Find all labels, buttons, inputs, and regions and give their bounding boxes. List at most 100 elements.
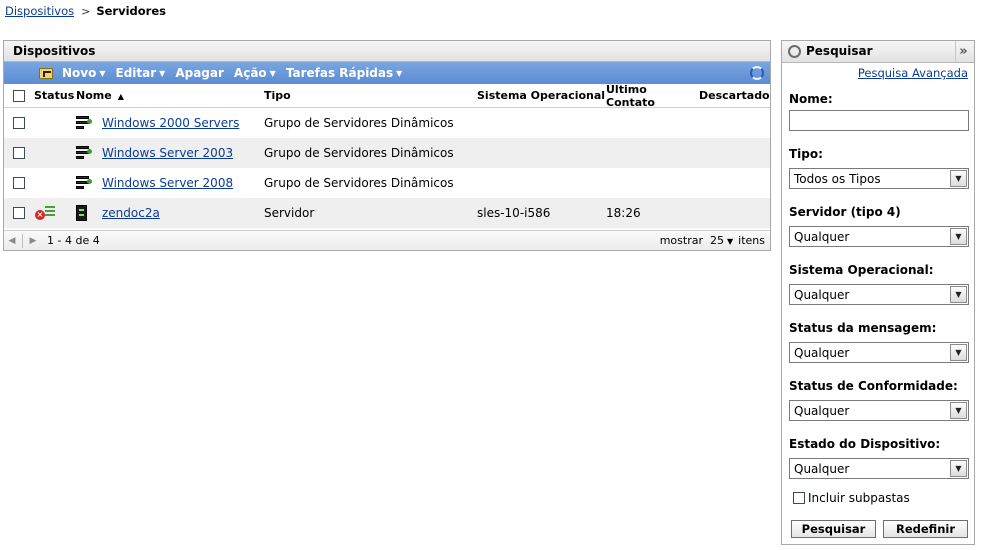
type-cell: Servidor xyxy=(264,206,315,220)
name-cell: Windows 2000 Servers xyxy=(76,116,264,130)
name-cell: zendoc2a xyxy=(76,205,264,221)
sistema-operacional-value: Qualquer xyxy=(794,287,850,302)
status-conformidade-select[interactable]: Qualquer ▼ xyxy=(789,400,969,421)
status-mensagem-value: Qualquer xyxy=(794,345,850,360)
column-nome[interactable]: Nome ▲ xyxy=(76,89,264,102)
novo-menu[interactable]: Novo ▼ xyxy=(39,66,106,80)
row-checkbox[interactable] xyxy=(13,207,25,219)
apagar-button[interactable]: Apagar xyxy=(175,66,224,80)
server-group-icon xyxy=(76,116,92,130)
chevron-down-icon: ▼ xyxy=(269,68,276,78)
reset-button[interactable]: Redefinir xyxy=(883,520,968,538)
column-tipo[interactable]: Tipo xyxy=(264,89,477,102)
column-sistema-operacional[interactable]: Sistema Operacional xyxy=(477,89,606,102)
status-mensagem-select[interactable]: Qualquer ▼ xyxy=(789,342,969,363)
chevron-down-icon: ▼ xyxy=(396,68,403,78)
include-subfolders-label: Incluir subpastas xyxy=(808,491,910,505)
grid-header: Status Nome ▲ Tipo Sistema Operacional Úl… xyxy=(4,83,770,109)
devices-toolbar: Novo ▼ Editar ▼ Apagar Ação ▼ Tarefas Rá… xyxy=(4,62,770,84)
column-ultimo-contato[interactable]: Último Contato xyxy=(606,83,699,109)
search-button[interactable]: Pesquisar xyxy=(791,520,876,538)
refresh-icon[interactable] xyxy=(750,66,764,80)
status-conformidade-label: Status de Conformidade: xyxy=(789,379,958,393)
servidor-value: Qualquer xyxy=(794,229,850,244)
tipo-value: Todos os Tipos xyxy=(794,171,881,186)
row-checkbox[interactable] xyxy=(13,117,25,129)
editar-menu[interactable]: Editar ▼ xyxy=(116,66,166,80)
name-cell: Windows Server 2008 xyxy=(76,176,264,190)
chevron-down-icon: ▼ xyxy=(950,228,967,245)
breadcrumb-current: Servidores xyxy=(96,4,166,18)
device-link[interactable]: zendoc2a xyxy=(102,206,160,220)
name-cell: Windows Server 2003 xyxy=(76,146,264,160)
search-panel-title: Pesquisar xyxy=(806,44,873,58)
server-group-icon xyxy=(76,146,92,160)
type-cell: Grupo de Servidores Dinâmicos xyxy=(264,176,454,190)
status-cell: × xyxy=(34,206,76,220)
breadcrumb-separator: > xyxy=(81,5,91,18)
breadcrumb: Dispositivos > Servidores xyxy=(5,3,166,19)
tipo-select[interactable]: Todos os Tipos ▼ xyxy=(789,168,969,189)
server-group-icon xyxy=(76,176,92,190)
pager-items-label: itens xyxy=(738,234,765,247)
status-conformidade-value: Qualquer xyxy=(794,403,850,418)
device-link[interactable]: Windows 2000 Servers xyxy=(102,116,239,130)
chevron-down-icon: ▼ xyxy=(159,68,166,78)
devices-panel: Dispositivos Novo ▼ Editar ▼ Apagar Ação… xyxy=(3,40,771,251)
chevron-down-icon: ▼ xyxy=(99,68,106,78)
tipo-label: Tipo: xyxy=(789,147,823,161)
estado-dispositivo-label: Estado do Dispositivo: xyxy=(789,437,941,451)
page-size-value: 25 xyxy=(710,234,724,247)
folder-up-icon xyxy=(39,67,53,79)
search-icon xyxy=(788,45,801,58)
breadcrumb-dispositivos-link[interactable]: Dispositivos xyxy=(5,4,74,18)
search-panel: Pesquisar » Pesquisa Avançada Nome: Tipo… xyxy=(781,40,975,545)
status-mensagem-label: Status da mensagem: xyxy=(789,321,937,335)
estado-dispositivo-select[interactable]: Qualquer ▼ xyxy=(789,458,969,479)
novo-label: Novo xyxy=(62,66,97,80)
row-checkbox[interactable] xyxy=(13,147,25,159)
table-row: Windows Server 2003 Grupo de Servidores … xyxy=(4,138,770,168)
devices-panel-title: Dispositivos xyxy=(4,41,770,62)
device-link[interactable]: Windows Server 2003 xyxy=(102,146,233,160)
servidor-label: Servidor (tipo 4) xyxy=(789,205,901,219)
name-label: Nome: xyxy=(789,92,833,106)
apagar-label: Apagar xyxy=(175,66,224,80)
collapse-panel-icon[interactable]: » xyxy=(955,41,971,62)
acao-menu[interactable]: Ação ▼ xyxy=(234,66,276,80)
pager-range: 1 - 4 de 4 xyxy=(47,234,100,247)
os-cell: sles-10-i586 xyxy=(477,206,551,220)
include-subfolders[interactable]: Incluir subpastas xyxy=(793,491,910,505)
chevron-down-icon: ▼ xyxy=(727,237,734,246)
chevron-down-icon: ▼ xyxy=(950,170,967,187)
last-contact-cell: 18:26 xyxy=(606,206,641,220)
server-icon xyxy=(76,205,87,221)
select-all-checkbox[interactable] xyxy=(13,89,25,102)
column-nome-label: Nome xyxy=(76,89,112,102)
chevron-down-icon: ▼ xyxy=(950,344,967,361)
column-status[interactable]: Status xyxy=(34,89,76,102)
pager: ◀ ▶ 1 - 4 de 4 mostrar 25 ▼ itens xyxy=(4,230,770,250)
page-size-select[interactable]: 25 ▼ xyxy=(710,234,738,247)
sistema-operacional-label: Sistema Operacional: xyxy=(789,263,934,277)
row-checkbox[interactable] xyxy=(13,177,25,189)
next-page-icon[interactable]: ▶ xyxy=(25,236,41,246)
advanced-search-link[interactable]: Pesquisa Avançada xyxy=(858,66,968,80)
tarefas-rapidas-menu[interactable]: Tarefas Rápidas ▼ xyxy=(286,66,402,80)
previous-page-icon[interactable]: ◀ xyxy=(4,236,20,246)
sistema-operacional-select[interactable]: Qualquer ▼ xyxy=(789,284,969,305)
editar-label: Editar xyxy=(115,66,157,80)
search-panel-header: Pesquisar » xyxy=(782,41,974,63)
column-descartado[interactable]: Descartado xyxy=(699,89,770,102)
chevron-down-icon: ▼ xyxy=(950,402,967,419)
type-cell: Grupo de Servidores Dinâmicos xyxy=(264,146,454,160)
servidor-select[interactable]: Qualquer ▼ xyxy=(789,226,969,247)
include-subfolders-checkbox[interactable] xyxy=(793,492,805,504)
acao-label: Ação xyxy=(233,66,267,80)
tarefas-rapidas-label: Tarefas Rápidas xyxy=(285,66,394,80)
name-input[interactable] xyxy=(789,110,969,131)
table-row: Windows 2000 Servers Grupo de Servidores… xyxy=(4,108,770,138)
sort-ascending-icon: ▲ xyxy=(117,92,124,101)
device-link[interactable]: Windows Server 2008 xyxy=(102,176,233,190)
pager-show-label: mostrar xyxy=(659,234,703,247)
